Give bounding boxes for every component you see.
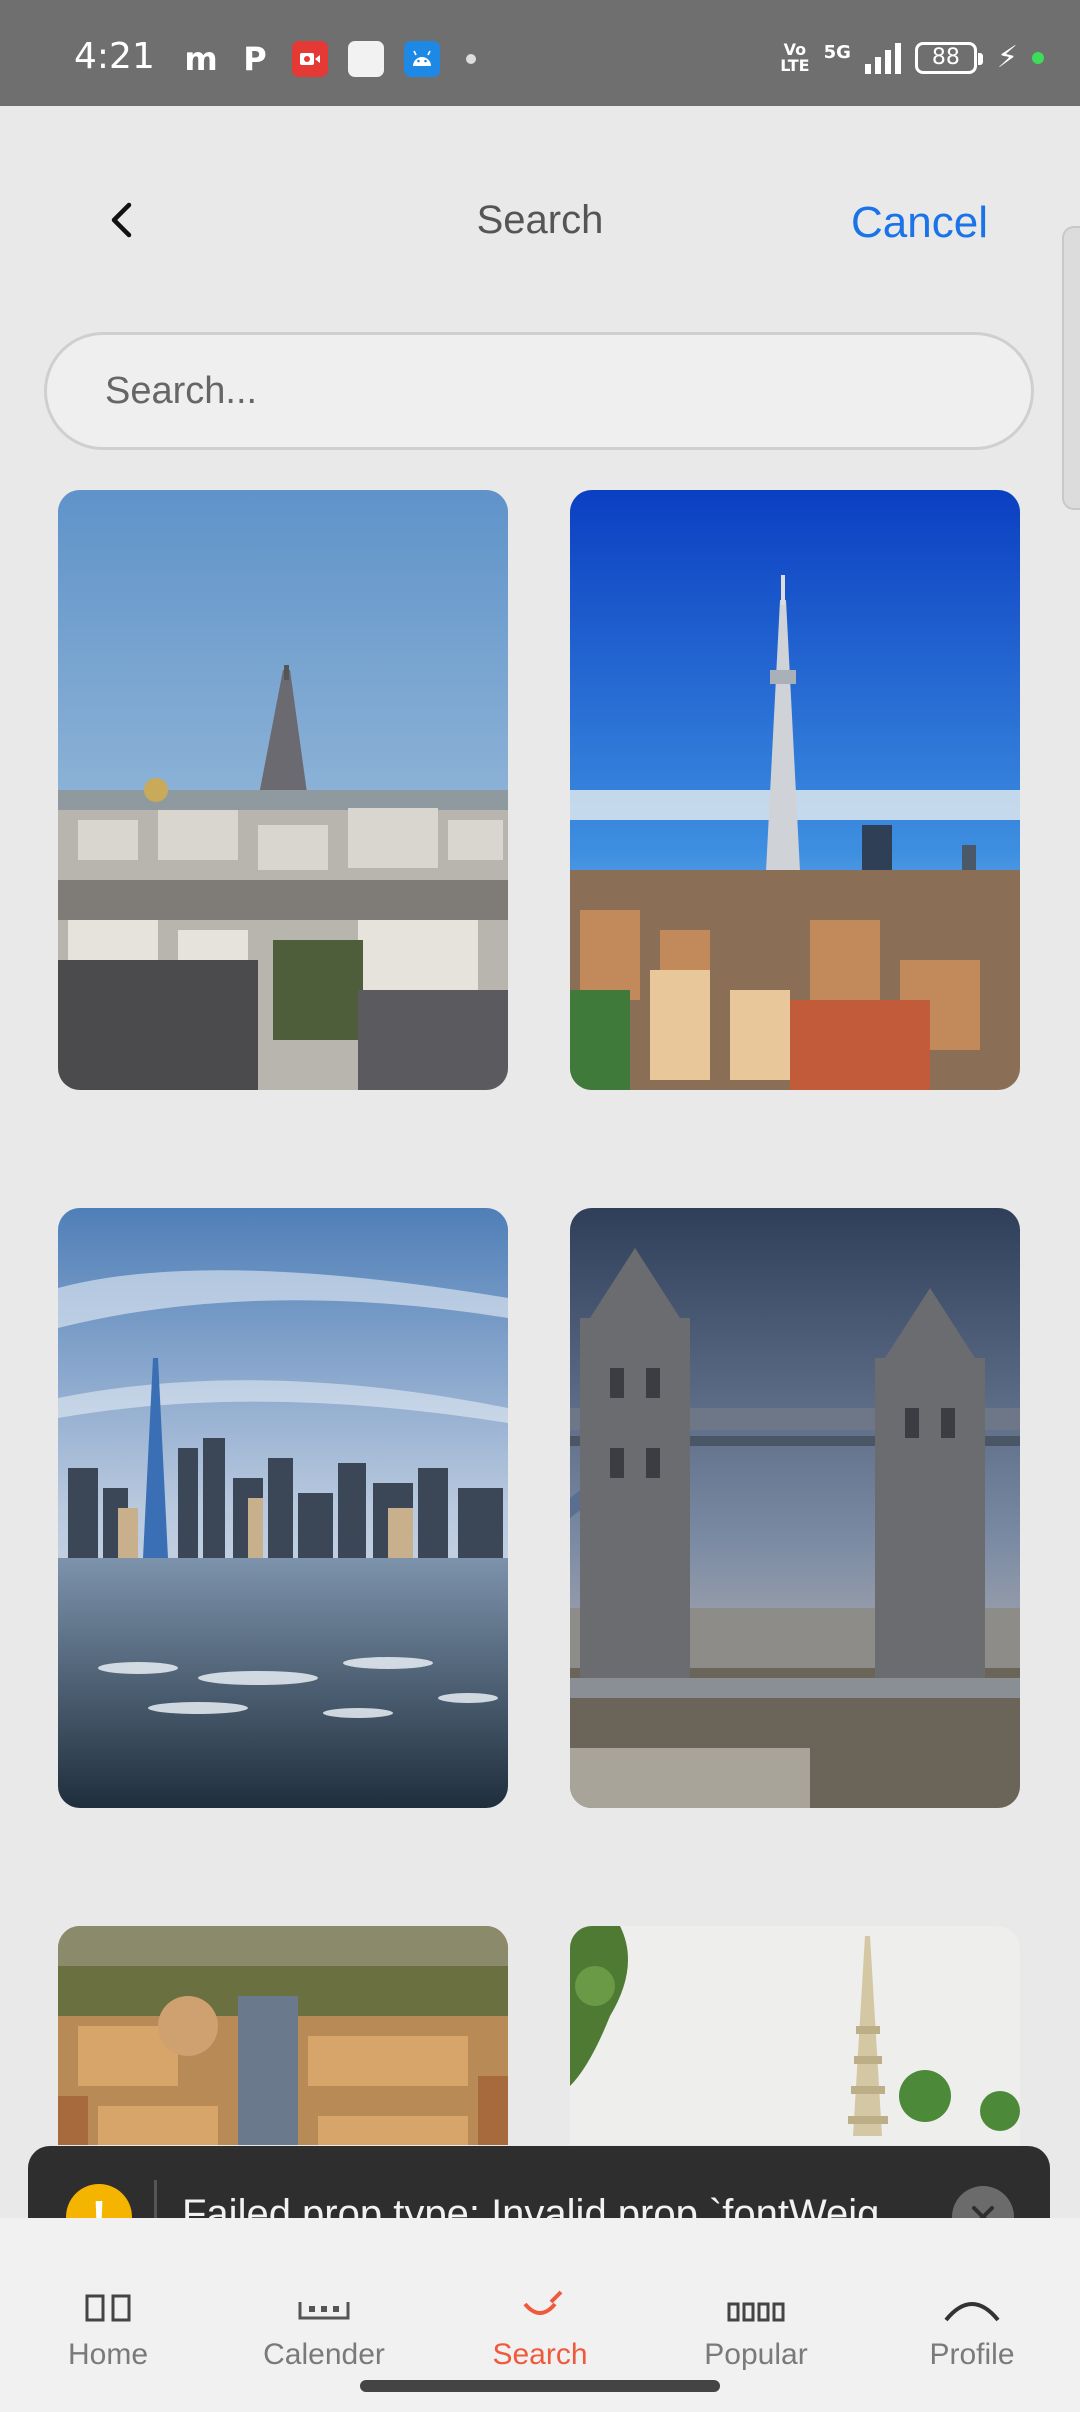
nav-item-search[interactable]: Search [432, 2278, 648, 2372]
profile-icon [864, 2278, 1080, 2322]
charging-icon: ⚡︎ [996, 41, 1018, 74]
home-indicator[interactable] [360, 2380, 720, 2392]
battery-icon: 88 [914, 41, 983, 74]
image-card-paris[interactable] [58, 490, 508, 1090]
video-recorder-icon [292, 41, 328, 77]
popular-icon [648, 2278, 864, 2322]
tower-bridge-photo [570, 1208, 1020, 1808]
image-card-london[interactable] [570, 1208, 1020, 1808]
nav-item-home[interactable]: Home [0, 2278, 216, 2372]
home-icon [0, 2278, 216, 2322]
nav-item-calender[interactable]: Calender [216, 2278, 432, 2372]
status-bar: 4:21 m P Vo LTE 5G 88 ⚡︎ [0, 0, 1080, 106]
image-grid [0, 490, 1080, 2145]
image-card-new-york[interactable] [58, 1208, 508, 1808]
volte-icon: Vo LTE [780, 39, 810, 75]
header: Search Cancel [0, 170, 1080, 280]
search-icon [432, 2278, 648, 2322]
nav-item-popular[interactable]: Popular [648, 2278, 864, 2372]
system-icons: Vo LTE 5G 88 ⚡︎ [780, 40, 1044, 75]
nav-item-profile[interactable]: Profile [864, 2278, 1080, 2372]
image-card-tokyo[interactable] [570, 490, 1020, 1090]
nav-label-search: Search [492, 2338, 588, 2371]
stupa-photo [570, 1926, 1020, 2145]
android-icon [404, 41, 440, 77]
eiffel-tower-photo [58, 490, 508, 1090]
nav-label-home: Home [67, 2338, 149, 2371]
signal-icon [864, 42, 901, 74]
privacy-indicator-icon [1032, 51, 1044, 64]
scroll-indicator[interactable] [1062, 226, 1080, 510]
image-card-rome[interactable] [58, 1926, 508, 2145]
battery-level: 88 [931, 45, 960, 70]
calendar-icon [216, 2278, 432, 2322]
white-app-icon [348, 41, 384, 77]
more-notifications-dot [466, 54, 476, 64]
notification-icons: m P [184, 40, 476, 78]
nav-label-calender: Calender [263, 2338, 385, 2371]
status-time: 4:21 [74, 36, 155, 77]
new-york-skyline-photo [58, 1208, 508, 1808]
nav-label-profile: Profile [929, 2338, 1015, 2371]
network-type: 5G [823, 42, 851, 63]
cancel-button[interactable]: Cancel [851, 198, 988, 248]
image-card-bangkok[interactable] [570, 1926, 1020, 2145]
rome-aerial-photo [58, 1926, 508, 2145]
search-input[interactable] [44, 332, 1034, 450]
tokyo-skytree-photo [570, 490, 1020, 1090]
m-app-icon: m [184, 40, 218, 78]
nav-label-popular: Popular [704, 2338, 808, 2371]
p-app-icon: P [243, 40, 267, 78]
